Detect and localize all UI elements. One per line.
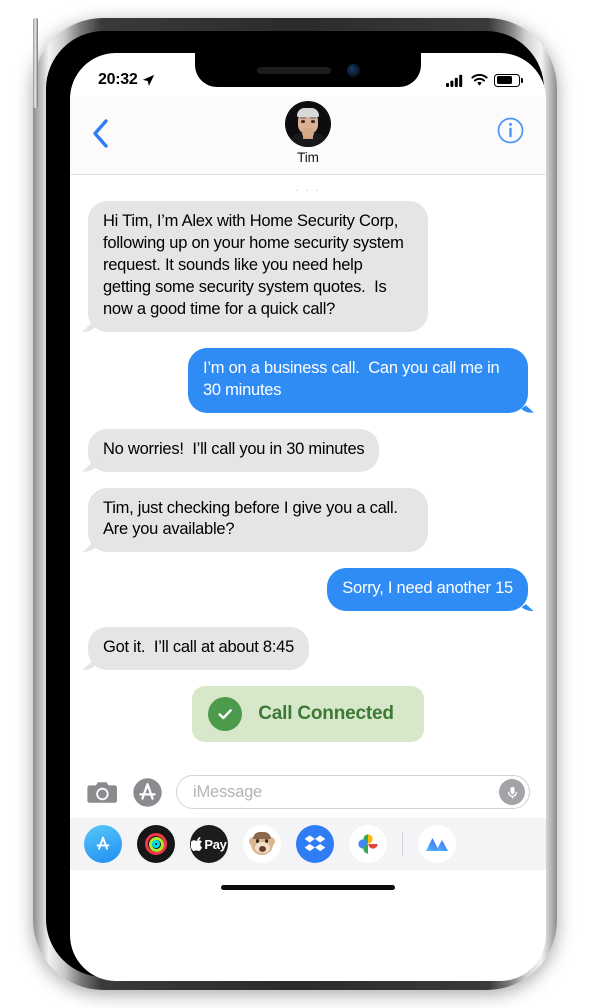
power-button[interactable] [33,18,38,108]
message-bubble-incoming[interactable]: Hi Tim, I’m Alex with Home Security Corp… [88,201,428,332]
status-badge[interactable]: Call Connected [192,686,424,743]
message-row: Got it. I’ll call at about 8:45 [70,627,546,671]
front-camera-icon [347,64,360,77]
app-drawer-divider [402,831,404,857]
timestamp-divider: · · · [295,185,321,195]
phone-bezel: 20:32 Tim · · · Hi Tim, I’m Alex with Ho… [46,31,546,981]
google-photos-icon [358,834,378,854]
message-row: Tim, just checking before I give you a c… [70,487,546,553]
notch [195,53,421,87]
apple-pay-label: Pay [204,836,227,852]
message-bubble-outgoing[interactable]: Sorry, I need another 15 [327,568,528,612]
nav-bar: Tim [70,97,546,175]
apple-logo-icon [191,837,203,851]
message-bubble-incoming[interactable]: Got it. I’ll call at about 8:45 [88,627,310,671]
earpiece-speaker [257,67,331,74]
contact-name: Tim [297,150,319,165]
message-input[interactable] [193,782,499,802]
status-bar-left: 20:32 [98,71,155,89]
app-icon-apple-pay[interactable]: Pay [190,825,228,863]
conversation-list[interactable]: · · · Hi Tim, I’m Alex with Home Securit… [70,175,546,766]
call-status-label: Call Connected [258,703,394,725]
app-icon-google-photos[interactable] [349,825,387,863]
microphone-button[interactable] [499,779,525,805]
back-button[interactable] [92,101,109,153]
app-icon-activity[interactable] [137,825,175,863]
info-button[interactable] [497,101,524,149]
call-status-row: Call Connected [70,686,546,743]
check-circle-icon [208,697,243,732]
phone-frame: 20:32 Tim · · · Hi Tim, I’m Alex with Ho… [33,18,557,990]
status-time: 20:32 [98,71,138,88]
contact-header[interactable]: Tim [285,101,331,165]
message-bubble-outgoing[interactable]: I’m on a business call. Can you call me … [188,347,528,413]
message-input-bar [70,766,546,818]
message-bubble-incoming[interactable]: Tim, just checking before I give you a c… [88,487,428,553]
app-icon-app-store[interactable] [84,825,122,863]
wifi-icon [471,73,488,86]
phone-screen: 20:32 Tim · · · Hi Tim, I’m Alex with Ho… [70,53,546,981]
message-bubble-incoming[interactable]: No worries! I’ll call you in 30 minutes [88,428,380,472]
gradient-mountain-icon [426,838,449,851]
microphone-icon [507,786,517,798]
app-store-icon [133,777,162,807]
app-icon-memoji[interactable] [243,825,281,863]
app-icon-partial[interactable] [418,825,457,863]
dropbox-icon [304,835,326,852]
message-row: Hi Tim, I’m Alex with Home Security Corp… [70,201,546,332]
message-row: No worries! I’ll call you in 30 minutes [70,428,546,472]
chevron-left-icon [93,119,108,148]
app-store-icon [96,836,110,850]
app-icon-dropbox[interactable] [296,825,334,863]
app-drawer[interactable]: Pay [70,818,546,870]
location-arrow-icon [143,74,155,86]
message-row: Sorry, I need another 15 [70,568,546,612]
cellular-signal-icon [446,74,463,87]
battery-icon [494,73,523,87]
message-row: I’m on a business call. Can you call me … [70,347,546,413]
info-circle-icon [497,117,524,144]
camera-icon [87,781,117,803]
avatar[interactable] [285,101,331,147]
app-store-button[interactable] [131,776,164,809]
home-indicator[interactable] [221,884,395,890]
camera-button[interactable] [86,776,119,809]
home-indicator-area [70,870,546,904]
message-field[interactable] [176,775,530,809]
status-bar-right [446,73,523,87]
